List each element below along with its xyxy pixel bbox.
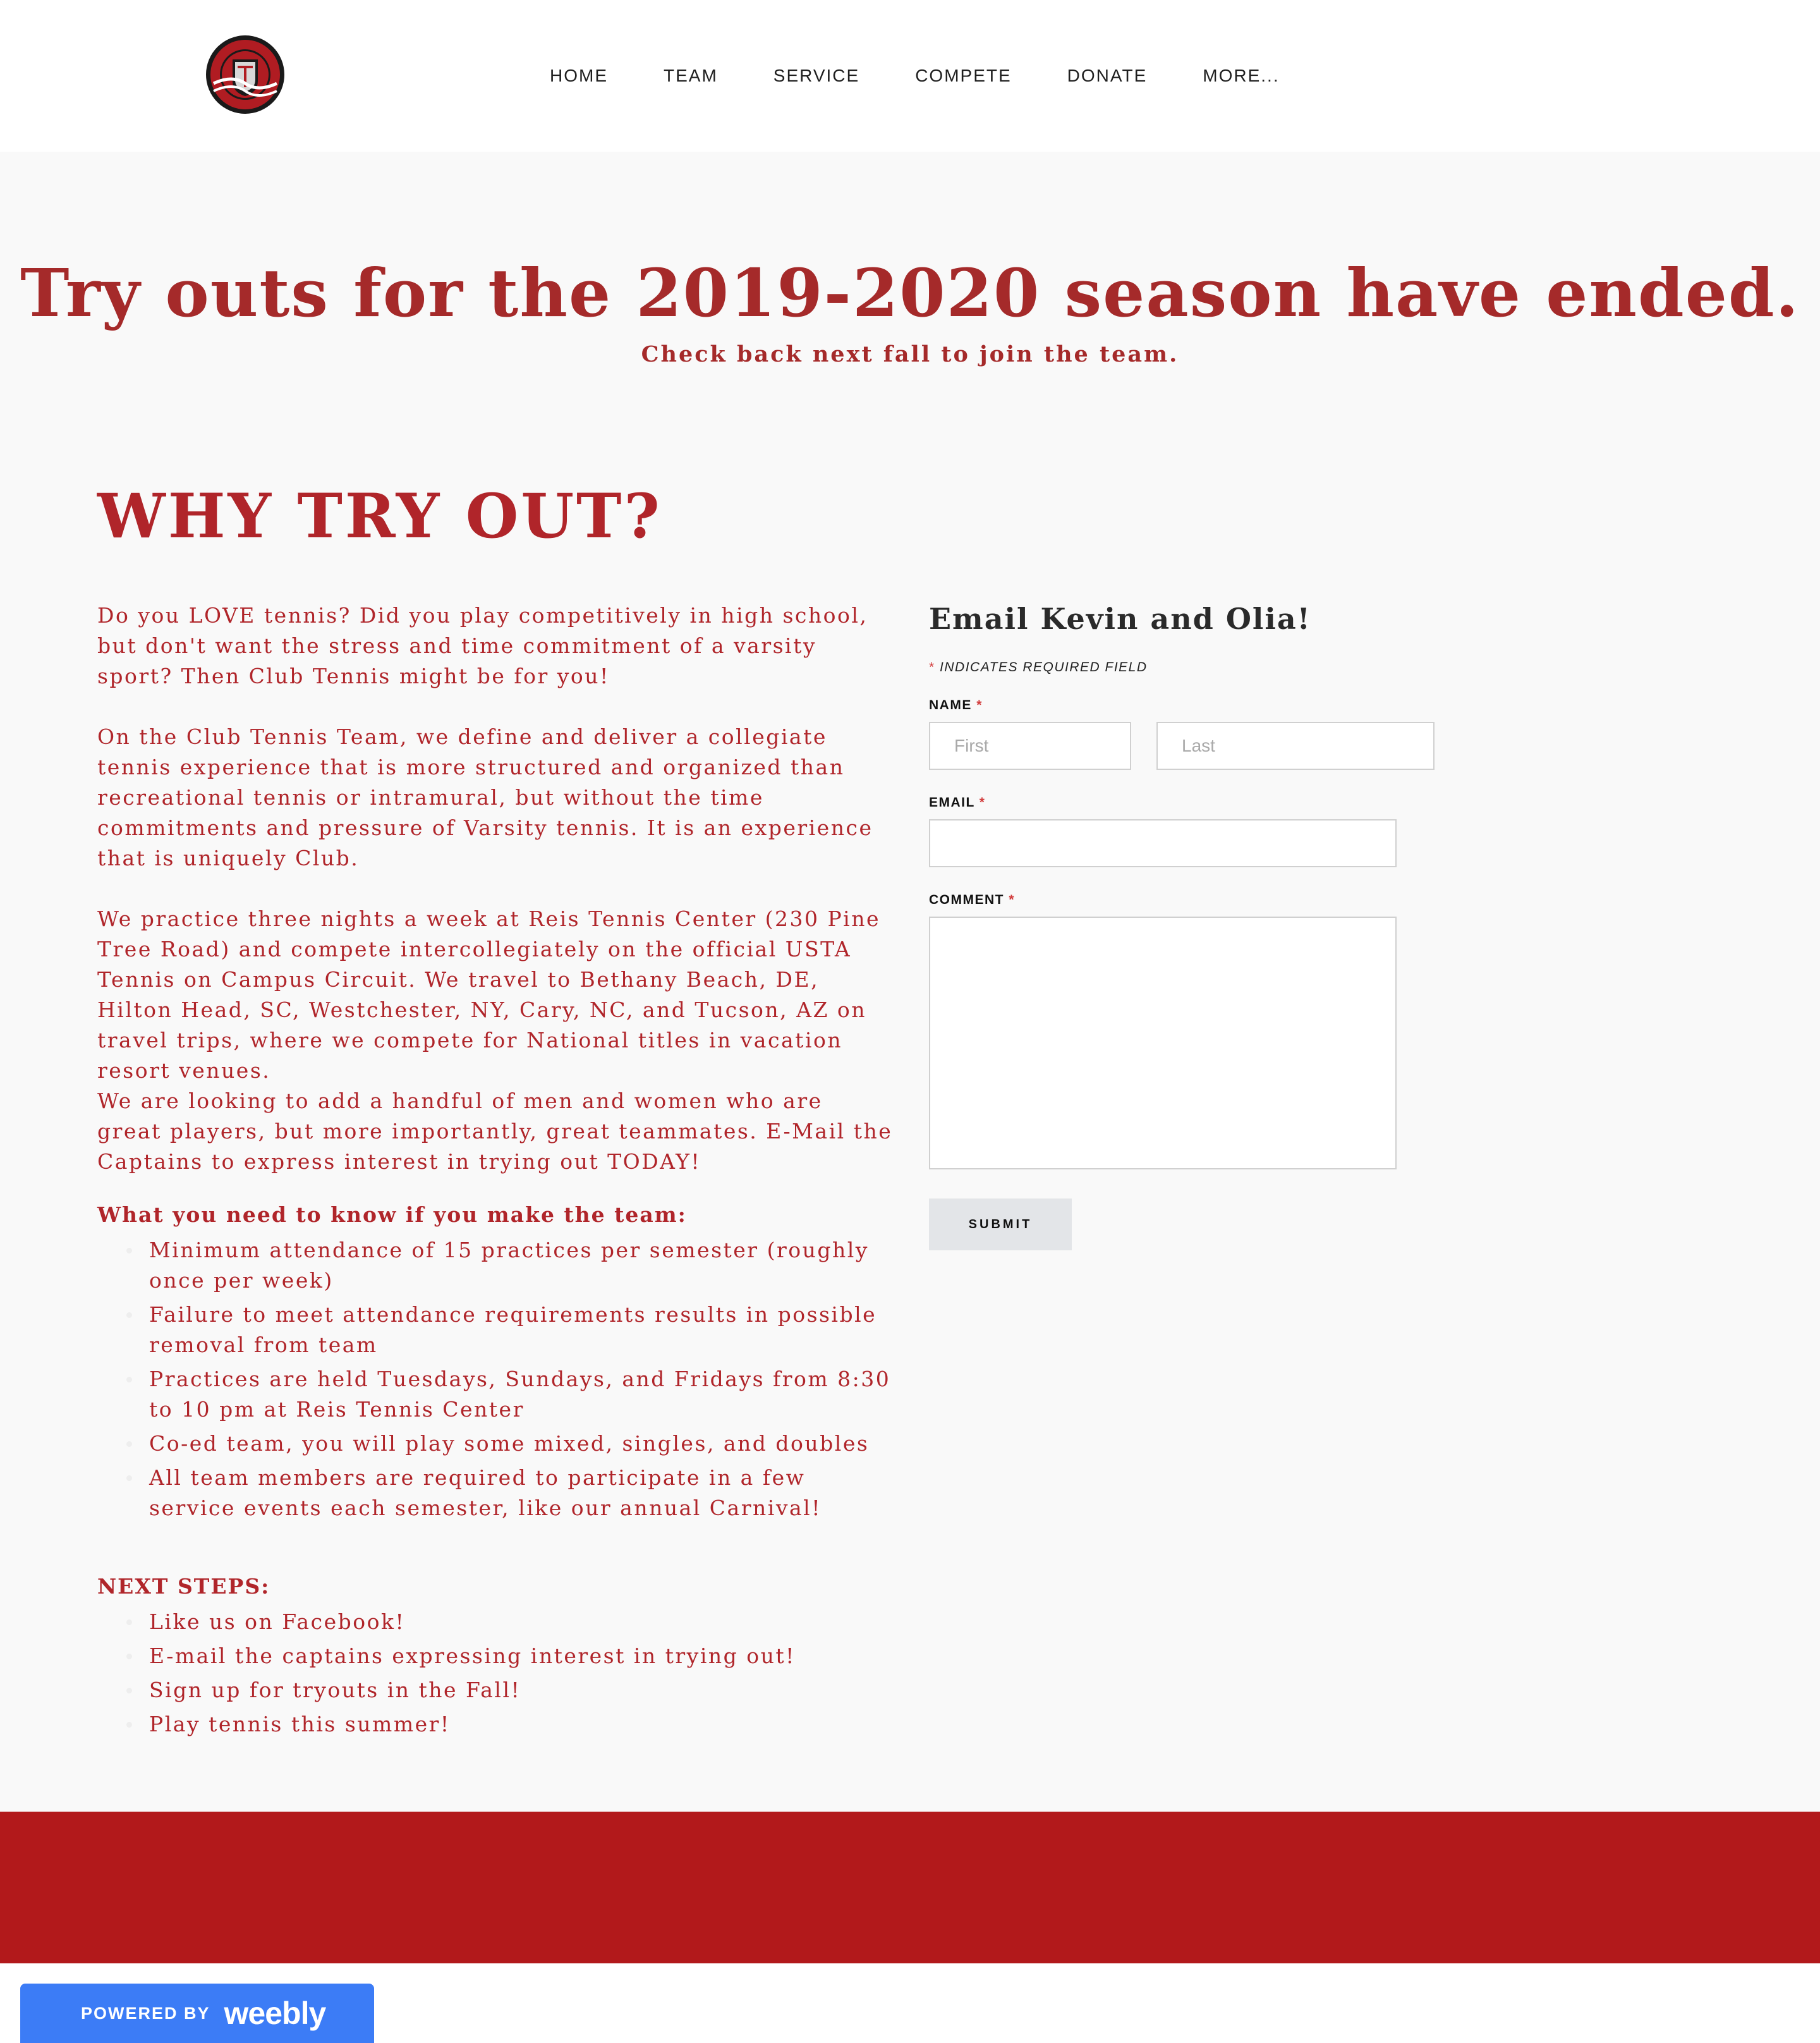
form-title: Email Kevin and Olia! [929,602,1311,636]
comment-textarea[interactable] [929,917,1397,1169]
email-label: EMAIL * [929,795,1447,810]
practice-paragraph: We practice three nights a week at Reis … [97,906,881,1083]
why-try-out-text: Do you LOVE tennis? Did you play competi… [97,601,894,1743]
nav-home[interactable]: HOME [550,66,608,86]
nav-more[interactable]: MORE... [1203,66,1279,86]
next-steps-list: Like us on Facebook! E-mail the captains… [97,1607,894,1740]
powered-by-text: POWERED BY [81,2003,210,2023]
main-content: Try outs for the 2019-2020 season have e… [0,152,1820,1812]
recruiting-paragraph: We are looking to add a handful of men a… [97,1089,893,1174]
required-star: * [976,698,983,712]
list-item: E-mail the captains expressing interest … [126,1641,894,1671]
main-nav: HOME TEAM SERVICE COMPETE DONATE MORE... [550,61,1280,91]
powered-by-weebly-badge[interactable]: POWERED BY weebly [20,1984,374,2043]
list-item: Practices are held Tuesdays, Sundays, an… [126,1364,894,1425]
comment-label-text: COMMENT [929,893,1004,907]
why-try-out-heading: WHY TRY OUT? [97,480,662,552]
club-tennis-seal-icon[interactable] [205,34,286,115]
list-item: All team members are required to partici… [126,1463,894,1523]
site-header: HOME TEAM SERVICE COMPETE DONATE MORE... [0,0,1820,152]
intro-paragraph: Do you LOVE tennis? Did you play competi… [97,603,868,688]
required-star: * [979,795,986,810]
name-row [929,722,1447,770]
need-to-know-heading: What you need to know if you make the te… [97,1202,687,1227]
submit-button[interactable]: SUBMIT [929,1198,1072,1250]
required-note-text: INDICATES REQUIRED FIELD [940,660,1148,674]
list-item: Play tennis this summer! [126,1709,894,1740]
first-name-input[interactable] [929,722,1131,770]
contact-form: Email Kevin and Olia! * INDICATES REQUIR… [929,602,1447,1250]
required-star: * [929,660,935,674]
name-label: NAME * [929,698,1447,713]
banner-subtitle: Check back next fall to join the team. [641,341,1179,367]
need-to-know-list: Minimum attendance of 15 practices per s… [97,1235,894,1523]
list-item: Co-ed team, you will play some mixed, si… [126,1429,894,1459]
comment-label: COMMENT * [929,893,1447,908]
list-item: Failure to meet attendance requirements … [126,1300,894,1360]
list-item: Sign up for tryouts in the Fall! [126,1675,894,1705]
nav-compete[interactable]: COMPETE [915,66,1011,86]
nav-service[interactable]: SERVICE [774,66,859,86]
footer-band [0,1812,1820,1963]
nav-donate[interactable]: DONATE [1067,66,1148,86]
required-field-note: * INDICATES REQUIRED FIELD [929,660,1447,675]
email-input[interactable] [929,819,1397,867]
list-item: Like us on Facebook! [126,1607,894,1637]
name-label-text: NAME [929,698,972,712]
email-label-text: EMAIL [929,795,975,810]
nav-team[interactable]: TEAM [664,66,718,86]
next-steps-heading: NEXT STEPS: [97,1574,270,1599]
banner-title: Try outs for the 2019-2020 season have e… [20,254,1800,332]
weebly-logo: weebly [224,1996,327,2031]
required-star: * [1009,893,1016,907]
list-item: Minimum attendance of 15 practices per s… [126,1235,894,1296]
last-name-input[interactable] [1156,722,1435,770]
team-description-paragraph: On the Club Tennis Team, we define and d… [97,724,873,870]
